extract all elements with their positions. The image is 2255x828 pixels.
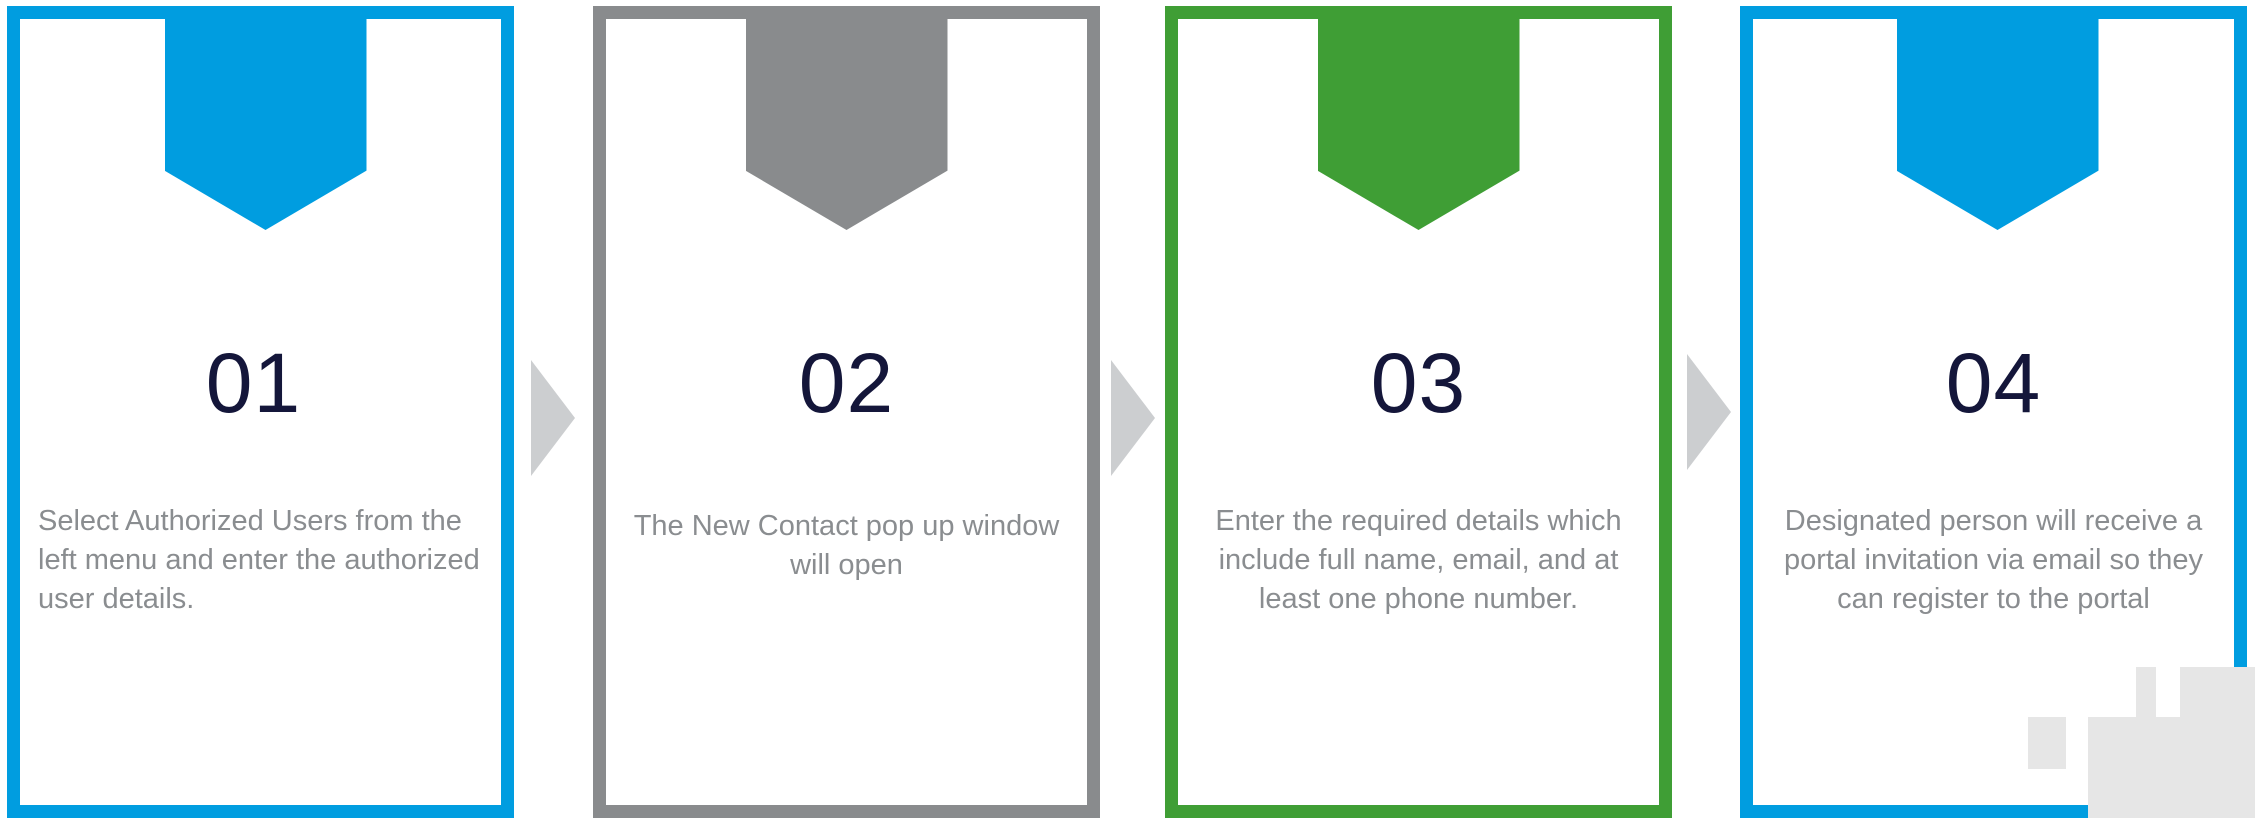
step-connector-arrow-icon: [531, 360, 575, 476]
step-4-pennant-icon: [1896, 18, 2099, 230]
step-2-pennant-icon: [745, 18, 948, 230]
decorative-block: [2180, 667, 2255, 719]
step-1-number: 01: [205, 336, 302, 430]
step-1-pennant-icon: [164, 18, 367, 230]
step-3-number: 03: [1370, 336, 1467, 430]
step-2-number: 02: [798, 336, 895, 430]
step-connector-arrow-icon: [1687, 354, 1731, 470]
decorative-block: [2088, 717, 2255, 818]
step-4-number: 04: [1945, 336, 2042, 430]
step-card-3: 03 Enter the required details which incl…: [1165, 6, 1672, 818]
step-3-pennant-icon: [1317, 18, 1520, 230]
step-card-1: 01 Select Authorized Users from the left…: [7, 6, 514, 818]
step-4-description: Designated person will receive a portal …: [1783, 505, 2204, 615]
step-3-description: Enter the required details which include…: [1215, 505, 1622, 615]
step-card-4: 04 Designated person will receive a port…: [1740, 6, 2247, 818]
step-connector-arrow-icon: [1111, 360, 1155, 476]
step-1-description: Select Authorized Users from the left me…: [38, 505, 480, 615]
process-steps-diagram: 01 Select Authorized Users from the left…: [0, 0, 2255, 828]
step-2-description: The New Contact pop up window will open: [633, 510, 1060, 581]
step-card-2: 02 The New Contact pop up window will op…: [593, 6, 1100, 818]
decorative-block: [2136, 667, 2156, 719]
decorative-block: [2028, 717, 2066, 769]
